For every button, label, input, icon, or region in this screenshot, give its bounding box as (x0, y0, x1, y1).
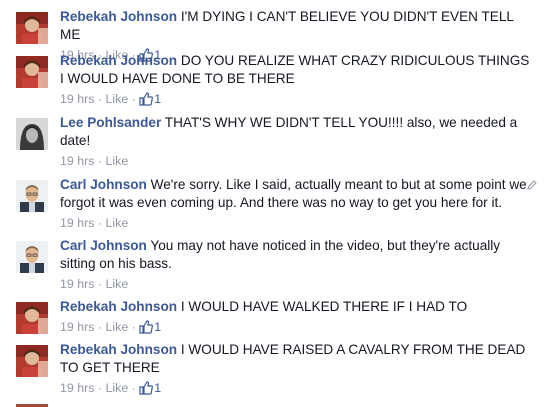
comment-meta: 19 hrs · Like · 1 (60, 380, 530, 399)
like-count[interactable]: 1 (139, 91, 161, 110)
like-button[interactable]: Like (105, 277, 128, 291)
comment-meta: 19 hrs · Like · 1 (60, 91, 530, 110)
meta-separator: · (97, 381, 103, 395)
thumbs-up-icon (139, 92, 154, 110)
meta-separator: · (97, 277, 103, 291)
like-button[interactable]: Like (105, 381, 128, 395)
comment-time[interactable]: 19 hrs (60, 320, 94, 334)
pencil-icon[interactable] (527, 180, 537, 190)
like-count-value: 1 (154, 92, 162, 106)
meta-separator: · (97, 320, 103, 334)
meta-separator: · (97, 154, 103, 168)
like-button[interactable]: Like (105, 92, 128, 106)
like-button[interactable]: Like (105, 216, 128, 230)
comment-time[interactable]: 19 hrs (60, 277, 94, 291)
carl-avatar[interactable] (16, 180, 48, 212)
thumbs-up-icon (139, 320, 154, 338)
rebekah-avatar[interactable] (16, 56, 48, 88)
comment-time[interactable]: 19 hrs (60, 92, 94, 106)
like-count-value: 1 (154, 381, 162, 395)
rebekah-avatar[interactable] (16, 302, 48, 334)
comment-author[interactable]: Lee Pohlsander (60, 115, 161, 130)
like-count[interactable]: 1 (139, 319, 161, 338)
comment-body: Rebekah Johnson I WOULD HAVE WALKED THER… (60, 298, 530, 338)
comment-author[interactable]: Rebekah Johnson (60, 299, 177, 314)
comment-body: Carl Johnson We're sorry. Like I said, a… (60, 176, 530, 231)
comment-meta: 19 hrs · Like · 1 (60, 319, 530, 338)
carl-avatar[interactable] (16, 241, 48, 273)
comment-meta: 19 hrs · Like (60, 153, 530, 169)
thumbs-up-icon (139, 381, 154, 399)
rebekah-avatar[interactable] (16, 12, 48, 44)
comment-text: I WOULD HAVE WALKED THERE IF I HAD TO (180, 299, 468, 314)
like-count-value: 1 (154, 320, 162, 334)
comment-body: Lee Pohlsander THAT'S WHY WE DIDN'T TELL… (60, 114, 530, 169)
comment-author[interactable]: Rebekah Johnson (60, 53, 177, 68)
meta-separator: · (97, 216, 103, 230)
comment-body: Rebekah Johnson DO YOU REALIZE WHAT CRAZ… (60, 52, 530, 110)
comment-author[interactable]: Rebekah Johnson (60, 9, 177, 24)
like-count[interactable]: 1 (139, 380, 161, 399)
meta-separator: · (131, 320, 136, 334)
comment-author[interactable]: Carl Johnson (60, 238, 147, 253)
comment-meta: 19 hrs · Like (60, 276, 530, 292)
like-button[interactable]: Like (105, 154, 128, 168)
comment-body: Rebekah Johnson I WOULD HAVE RAISED A CA… (60, 341, 530, 399)
comment-body: Carl Johnson You may not have noticed in… (60, 237, 530, 292)
comment-author[interactable]: Carl Johnson (60, 177, 147, 192)
meta-separator: · (97, 92, 103, 106)
lee-avatar[interactable] (16, 118, 48, 150)
meta-separator: · (131, 92, 136, 106)
comment-author[interactable]: Rebekah Johnson (60, 342, 177, 357)
meta-separator: · (131, 381, 136, 395)
comment-time[interactable]: 19 hrs (60, 216, 94, 230)
rebekah-avatar[interactable] (16, 345, 48, 377)
comment-thread: Rebekah Johnson I'M DYING I CAN'T BELIEV… (0, 0, 551, 407)
comment-meta: 19 hrs · Like (60, 215, 530, 231)
comment-time[interactable]: 19 hrs (60, 381, 94, 395)
like-button[interactable]: Like (105, 320, 128, 334)
comment-time[interactable]: 19 hrs (60, 154, 94, 168)
